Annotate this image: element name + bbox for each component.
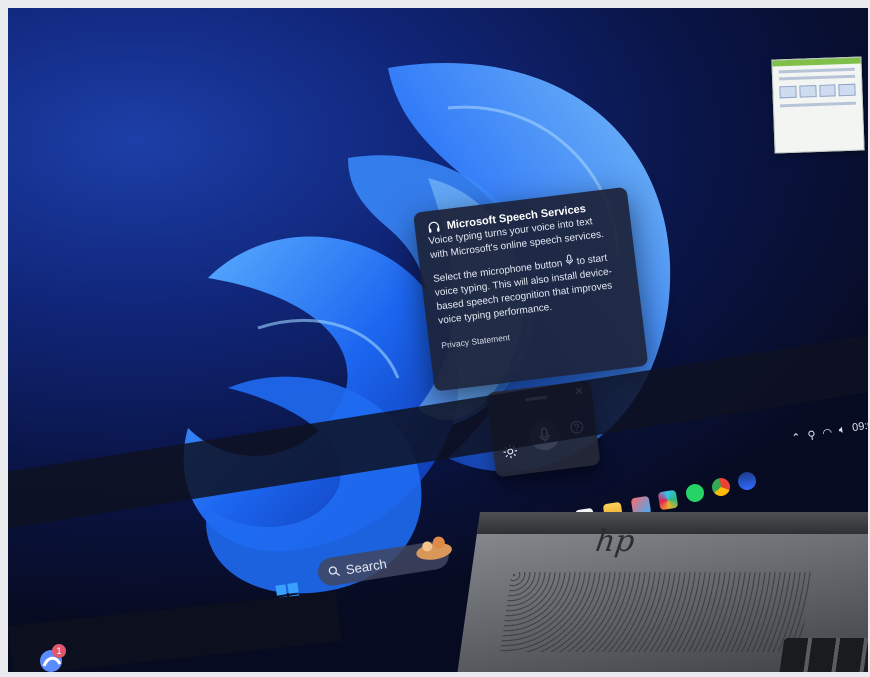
background-window-thumbnail[interactable] — [771, 56, 865, 154]
app-icon[interactable] — [736, 470, 758, 492]
photo-frame: Microsoft Speech Services Voice typing t… — [8, 8, 868, 672]
laptop-body: hp — [456, 512, 868, 672]
microphone-inline-icon — [565, 254, 573, 265]
chevron-up-icon[interactable]: ⌃ — [791, 430, 802, 444]
hp-logo: hp — [593, 524, 637, 559]
keyboard-keys — [779, 638, 868, 672]
notification-badge: 1 — [52, 644, 66, 658]
wifi-icon[interactable]: ◠ — [821, 425, 833, 439]
speaker-grille — [500, 572, 812, 652]
chrome-icon[interactable] — [710, 476, 732, 498]
speech-services-popup: Microsoft Speech Services Voice typing t… — [413, 186, 649, 392]
system-tray[interactable]: ⌃ ⚲ ◠ 🔈︎ 09:0 — [790, 414, 868, 448]
volume-icon[interactable]: 🔈︎ — [838, 423, 847, 437]
clock[interactable]: 09:0 — [851, 419, 868, 434]
network-icon[interactable]: ⚲ — [807, 428, 817, 442]
